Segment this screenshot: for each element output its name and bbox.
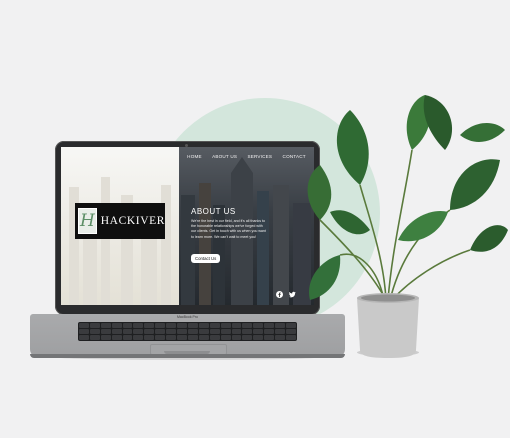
site-nav: HOME ABOUT US SERVICES CONTACT — [179, 154, 314, 159]
about-text: We're the best in our field, and it's al… — [191, 219, 266, 239]
website-right-panel: HOME ABOUT US SERVICES CONTACT ABOUT US … — [179, 147, 314, 305]
laptop-lid: H HACKIVER HOME ABOUT US SERVICES CONTAC… — [55, 141, 320, 315]
facebook-icon[interactable] — [276, 291, 283, 298]
laptop-base: MacBook Pro — [30, 314, 345, 358]
site-logo[interactable]: H HACKIVER — [75, 203, 165, 239]
social-links — [276, 291, 296, 298]
potted-plant-image — [307, 95, 508, 358]
product-mockup-scene: H HACKIVER HOME ABOUT US SERVICES CONTAC… — [0, 0, 510, 438]
twitter-icon[interactable] — [289, 291, 296, 298]
contact-us-button[interactable]: Contact Us — [191, 254, 221, 263]
nav-home[interactable]: HOME — [187, 154, 202, 159]
nav-services[interactable]: SERVICES — [247, 154, 272, 159]
about-title: ABOUT US — [191, 207, 236, 216]
logo-text: HACKIVER — [100, 215, 165, 227]
keyboard — [78, 322, 297, 341]
laptop-screen: H HACKIVER HOME ABOUT US SERVICES CONTAC… — [61, 147, 314, 305]
faint-building — [101, 177, 110, 305]
website-left-panel: H HACKIVER — [61, 147, 179, 305]
nav-about-us[interactable]: ABOUT US — [212, 154, 237, 159]
logo-mark-icon: H — [78, 208, 97, 234]
logo-letter: H — [79, 210, 95, 231]
laptop-base-edge — [30, 354, 345, 358]
laptop-brand-label: MacBook Pro — [176, 315, 198, 319]
